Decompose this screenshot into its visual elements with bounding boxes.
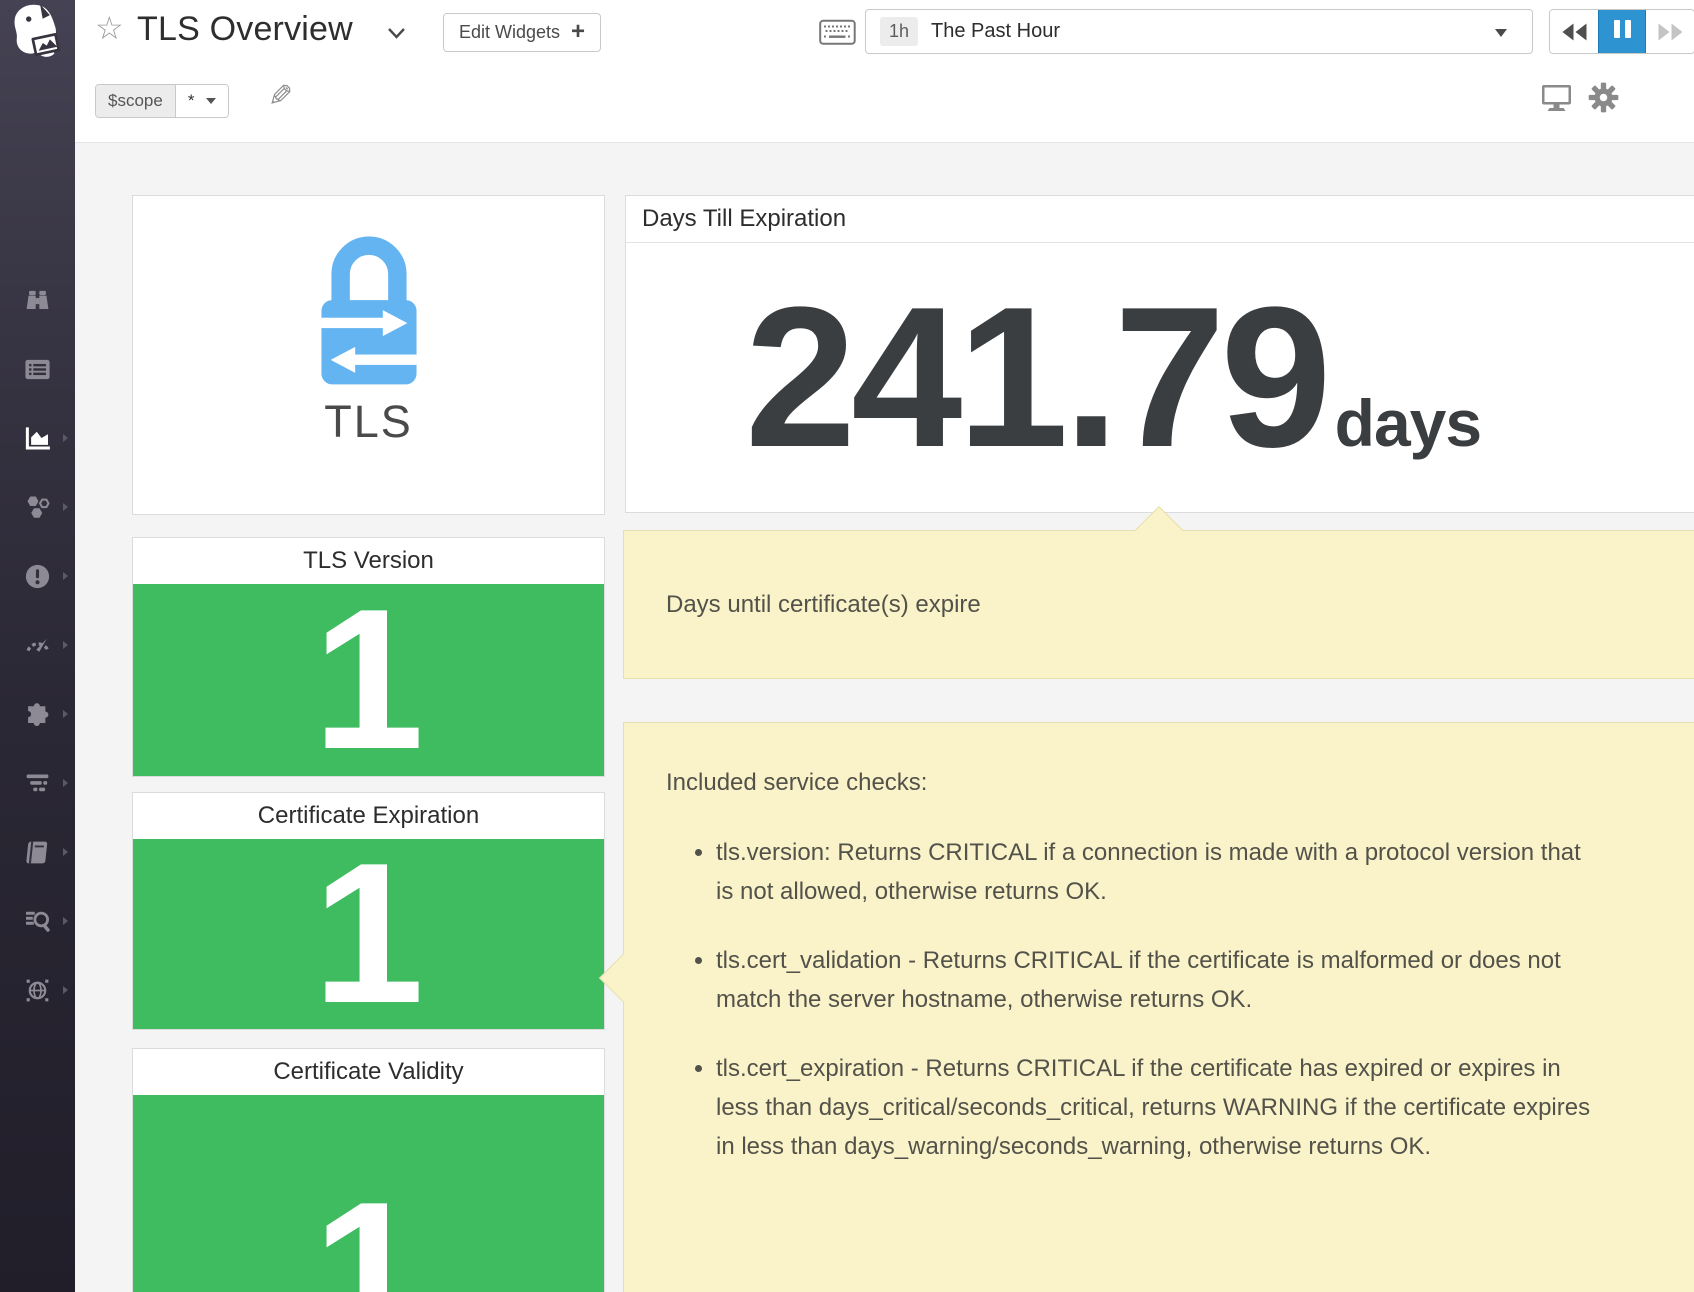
timeframe-label: The Past Hour [931,20,1060,43]
main-area: ☆ TLS Overview Edit Widgets + [75,0,1694,1292]
service-check-item: tls.cert_validation - Returns CRITICAL i… [716,941,1596,1019]
check-widget-certificate-expiration: Certificate Expiration 1 [132,792,605,1030]
fast-forward-icon [1657,22,1684,42]
sidebar-item-hexagons[interactable] [0,483,75,531]
network-globe-icon [23,976,52,1005]
sidebar-item-metrics[interactable] [0,621,75,669]
query-value-widget: Days Till Expiration 241.79 days [625,195,1694,513]
trace-levels-icon [23,769,52,798]
timeframe-badge: 1h [880,17,918,46]
service-checks-intro: Included service checks: [666,769,1694,797]
scope-value: * [188,91,195,111]
chevron-right-icon [63,503,68,511]
alert-circle-icon [23,562,52,591]
chevron-right-icon [63,641,68,649]
topbar: ☆ TLS Overview Edit Widgets + [75,0,1694,143]
tls-image-widget: TLS [132,195,605,515]
gear-icon[interactable] [1588,82,1619,118]
edit-pencil-icon[interactable]: ✎ [268,82,293,112]
check-status-value: 1 [133,839,604,1029]
chevron-right-icon [63,986,68,994]
sidebar-item-monitors[interactable] [0,552,75,600]
favorite-star-icon[interactable]: ☆ [95,12,124,44]
query-value-unit: days [1335,385,1481,461]
tv-mode-icon[interactable] [1541,84,1572,117]
tls-image-caption: TLS [324,396,413,448]
service-check-item: tls.cert_expiration - Returns CRITICAL i… [716,1049,1596,1166]
pause-icon [1611,20,1633,43]
note-widget-service-checks: Included service checks: tls.version: Re… [623,722,1694,1292]
rewind-icon [1561,22,1588,42]
rewind-button[interactable] [1550,10,1598,53]
chevron-down-icon [1495,29,1507,37]
note-pointer-left [599,954,647,1002]
sidebar-item-dashboards[interactable] [0,414,75,462]
keyboard-shortcuts-icon[interactable] [819,19,856,51]
timeframe-selector[interactable]: 1h The Past Hour [865,9,1533,54]
chevron-right-icon [63,917,68,925]
hexagon-cluster-icon [23,492,53,522]
sidebar [0,0,75,1292]
chevron-right-icon [63,848,68,856]
sidebar-item-events-list[interactable] [0,345,75,393]
scope-label: $scope [96,85,176,117]
scope-value-dropdown[interactable]: * [176,85,229,117]
note-pointer-up [1135,506,1183,554]
page-title[interactable]: TLS Overview [137,10,353,49]
sidebar-item-logs[interactable] [0,897,75,945]
note-widget-expiration: Days until certificate(s) expire [623,530,1694,679]
sidebar-item-notebooks[interactable] [0,828,75,876]
gauge-icon [23,630,53,660]
edit-widgets-label: Edit Widgets [459,22,560,43]
title-chevron-down-icon[interactable] [387,26,406,44]
sidebar-item-binoculars[interactable] [0,276,75,324]
query-value-body: 241.79 days [626,243,1694,513]
check-widget-certificate-validity: Certificate Validity 1 [132,1048,605,1292]
datadog-dashboard-screen: ☆ TLS Overview Edit Widgets + [0,0,1694,1292]
query-value-title: Days Till Expiration [626,196,1694,243]
pause-button[interactable] [1598,10,1646,53]
datadog-logo[interactable] [7,1,69,63]
service-check-item: tls.version: Returns CRITICAL if a conne… [716,833,1596,911]
dashboard-canvas: TLS TLS Version 1 Certificate Expiration… [75,143,1694,1292]
check-widget-title: Certificate Validity [133,1049,604,1095]
sidebar-item-integrations[interactable] [0,690,75,738]
plus-icon: + [571,20,585,44]
fast-forward-button[interactable] [1646,10,1694,53]
note-expiration-text: Days until certificate(s) expire [666,591,981,619]
log-search-icon [23,906,53,936]
datadog-dog-icon [7,1,69,63]
events-list-icon [23,355,52,384]
check-status-value: 1 [133,584,604,776]
puzzle-piece-icon [23,700,52,729]
sidebar-item-apm[interactable] [0,759,75,807]
check-widget-tls-version: TLS Version 1 [132,537,605,777]
chevron-right-icon [63,572,68,580]
edit-widgets-button[interactable]: Edit Widgets + [443,13,601,52]
check-status-value: 1 [133,1095,604,1292]
chevron-down-icon [206,98,216,104]
area-chart-icon [23,423,53,453]
playback-controls [1549,9,1694,54]
chevron-right-icon [63,779,68,787]
chevron-right-icon [63,434,68,442]
notebook-icon [23,838,52,867]
service-checks-list: tls.version: Returns CRITICAL if a conne… [666,833,1694,1166]
sidebar-item-synthetics[interactable] [0,966,75,1014]
scope-template-variable[interactable]: $scope * [95,84,229,118]
chevron-right-icon [63,710,68,718]
query-value-number: 241.79 [745,288,1327,468]
binoculars-icon [23,286,52,315]
tls-lock-icon [300,228,438,386]
